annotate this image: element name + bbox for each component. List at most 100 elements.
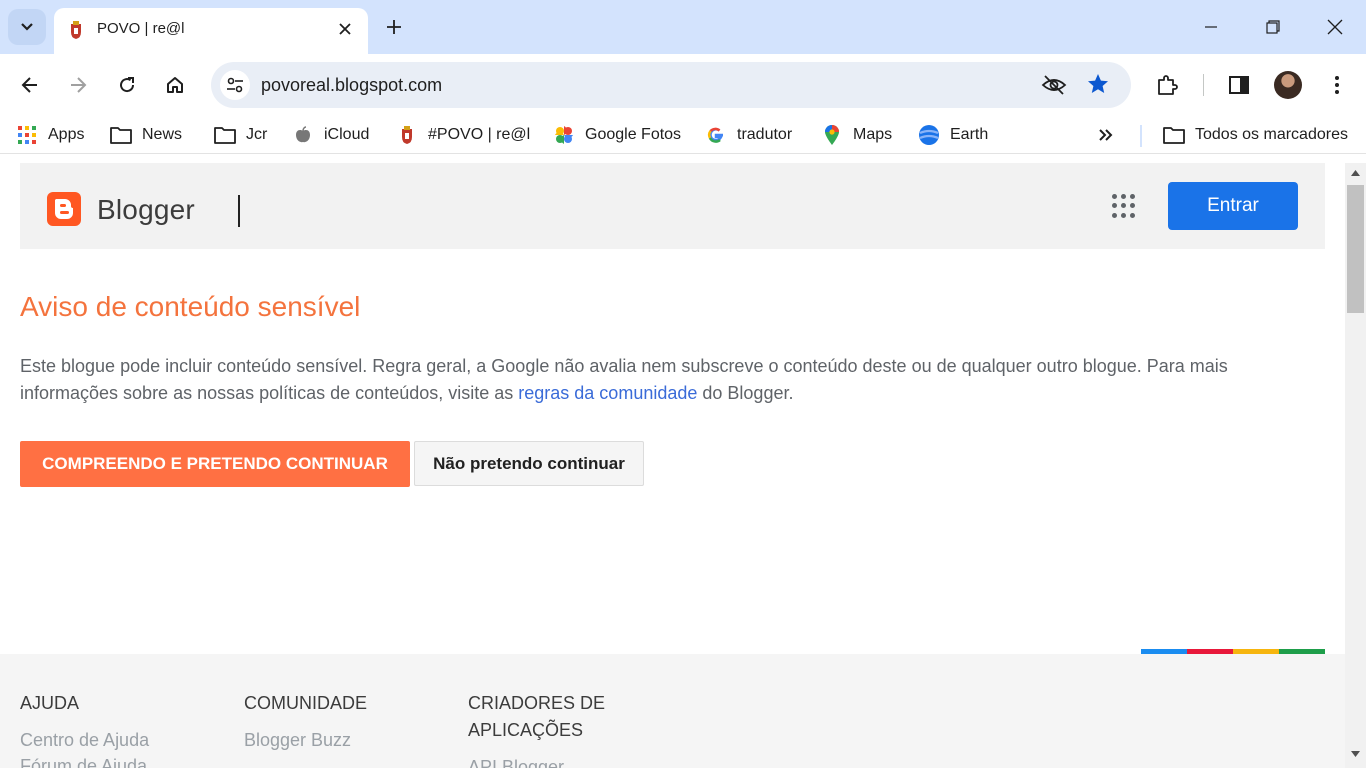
footer-column-help: AJUDA Centro de Ajuda Fórum de Ajuda [20,690,149,768]
more-vertical-icon [1335,76,1339,94]
bookmarks-overflow-button[interactable] [1098,124,1114,146]
side-panel-button[interactable] [1224,70,1254,100]
bookmark-maps[interactable]: Maps [821,124,892,146]
signin-button[interactable]: Entrar [1168,182,1298,230]
folder-icon [214,125,236,145]
site-info-button[interactable] [220,70,250,100]
bookmark-icloud[interactable]: iCloud [292,124,369,146]
tab-title: POVO | re@l [97,20,185,37]
folder-icon [110,125,132,145]
minimize-icon [1205,26,1217,28]
bookmark-povo-real[interactable]: #POVO | re@l [396,124,530,146]
bookmarks-bar: Apps News Jcr iCloud #POVO | re@l Google… [0,116,1366,154]
apps-grid-icon [16,125,38,145]
bookmark-label: News [142,126,183,143]
bookmark-news[interactable]: News [110,124,182,146]
menu-button[interactable] [1322,70,1352,100]
footer-heading: AJUDA [20,693,80,713]
bookmark-star-icon[interactable] [1086,72,1110,96]
bookmark-label: Google Fotos [585,126,682,143]
footer-heading: COMUNIDADE [244,693,368,713]
restore-button[interactable] [1260,14,1286,40]
page-scrollbar[interactable] [1345,163,1366,768]
bookmarks-divider [1140,125,1142,147]
minimize-button[interactable] [1198,14,1224,40]
restore-icon [1266,20,1280,34]
footer-link-blogger-api[interactable]: API Blogger [468,754,605,768]
bookmark-label: Apps [48,126,85,143]
bookmark-earth[interactable]: Earth [918,124,988,146]
home-icon [167,77,183,93]
bookmark-apps[interactable]: Apps [16,124,84,146]
globe-icon [918,125,940,145]
browser-toolbar: povoreal.blogspot.com [0,54,1366,116]
toolbar-divider [1203,74,1204,96]
bookmark-all[interactable]: Todos os marcadores [1163,124,1348,146]
footer-column-developers: CRIADORES DE APLICAÇÕES API Blogger [468,690,605,768]
google-apps-icon[interactable] [1112,194,1136,218]
page-content: Blogger Entrar Aviso de conteúdo sensíve… [0,163,1345,768]
chevron-double-right-icon [1099,129,1113,141]
google-g-icon [705,125,727,145]
pinwheel-icon [553,125,575,145]
puzzle-icon [1158,75,1178,95]
arrow-left-icon [21,77,37,93]
crest-icon [71,21,81,39]
plus-icon [387,20,401,34]
footer-link-help-center[interactable]: Centro de Ajuda [20,727,149,753]
scroll-down-arrow-icon[interactable] [1350,750,1361,758]
address-bar[interactable]: povoreal.blogspot.com [211,62,1131,108]
blogger-logo-icon[interactable] [47,192,81,226]
close-window-button[interactable] [1322,14,1348,40]
footer-link-blogger-buzz[interactable]: Blogger Buzz [244,727,367,753]
community-rules-link[interactable]: regras da comunidade [518,383,697,403]
reload-icon [120,77,135,93]
text-cursor [238,195,240,227]
bookmark-label: Todos os marcadores [1195,126,1348,143]
footer-heading-line1: CRIADORES DE [468,693,606,713]
bookmark-google-fotos[interactable]: Google Fotos [553,124,681,146]
forward-button[interactable] [63,70,93,100]
bookmark-label: #POVO | re@l [428,126,531,143]
bookmark-label: Jcr [246,126,268,143]
tune-icon [227,77,243,93]
bookmark-label: Maps [853,126,893,143]
chevron-down-icon [21,23,33,31]
warning-text-after: do Blogger. [697,383,794,403]
profile-avatar[interactable] [1274,71,1302,99]
home-button[interactable] [160,70,190,100]
url-text[interactable]: povoreal.blogspot.com [261,75,442,96]
back-button[interactable] [15,70,45,100]
scrollbar-thumb[interactable] [1347,185,1364,313]
footer-link-help-forum[interactable]: Fórum de Ajuda [20,753,149,768]
tab-strip: POVO | re@l [0,0,1366,54]
warning-text: Este blogue pode incluir conteúdo sensív… [20,353,1320,407]
bookmark-jcr[interactable]: Jcr [214,124,267,146]
map-pin-icon [821,125,843,145]
footer-column-community: COMUNIDADE Blogger Buzz [244,690,367,753]
footer-heading-line2: APLICAÇÕES [468,720,584,740]
close-icon [1327,19,1343,35]
browser-tab[interactable]: POVO | re@l [54,8,368,54]
do-not-continue-button[interactable]: Não pretendo continuar [414,441,644,486]
tab-search-button[interactable] [8,9,46,45]
apple-icon [292,125,314,145]
reload-button[interactable] [112,70,142,100]
scroll-up-arrow-icon[interactable] [1350,169,1361,177]
arrow-right-icon [71,77,87,93]
folder-icon [1163,125,1185,145]
bookmark-label: Earth [950,126,989,143]
warning-title: Aviso de conteúdo sensível [20,291,361,322]
tab-close-button[interactable] [334,18,356,40]
close-icon [339,23,351,35]
bookmark-tradutor[interactable]: tradutor [705,124,792,146]
continue-button[interactable]: COMPREENDO E PRETENDO CONTINUAR [20,441,410,487]
eye-off-icon[interactable] [1041,73,1067,97]
blogger-wordmark[interactable]: Blogger [97,194,195,226]
bookmark-label: iCloud [324,126,370,143]
new-tab-button[interactable] [381,14,407,40]
footer: AJUDA Centro de Ajuda Fórum de Ajuda COM… [0,654,1345,768]
extensions-button[interactable] [1152,70,1182,100]
bookmark-label: tradutor [737,126,793,143]
side-panel-icon [1229,76,1249,94]
